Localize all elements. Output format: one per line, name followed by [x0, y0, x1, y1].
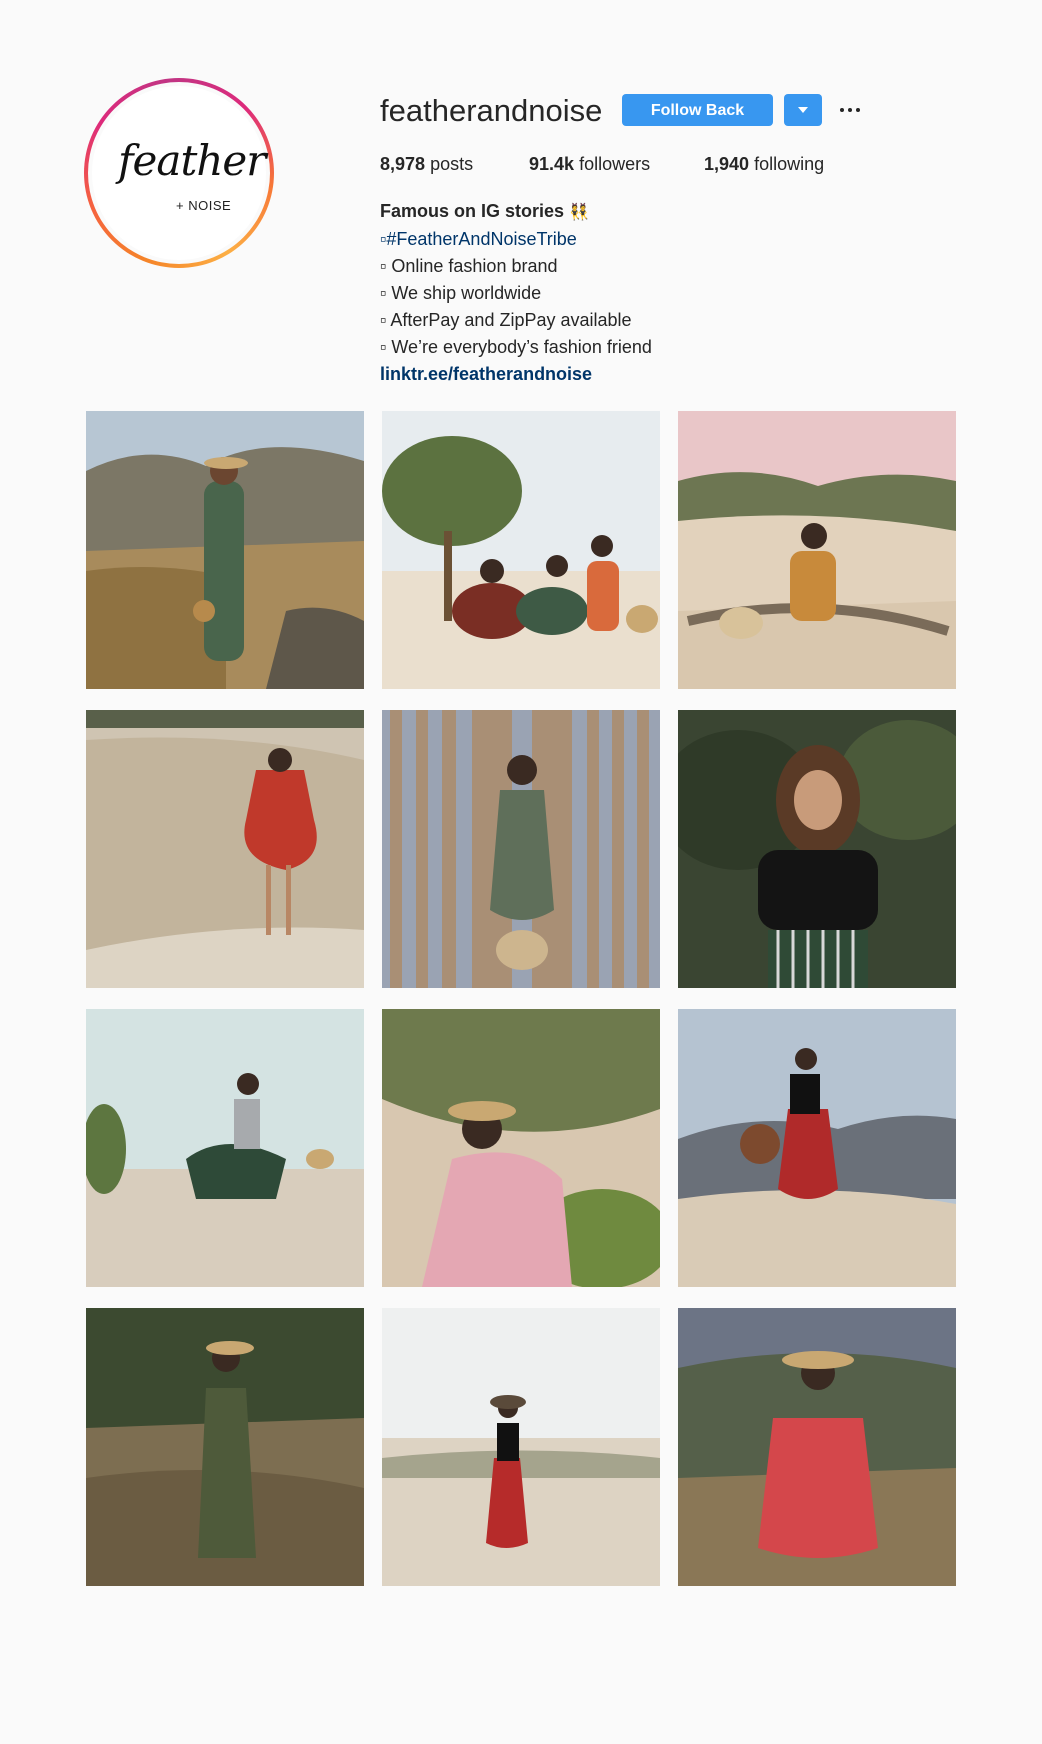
followers-value: 91.4k	[529, 154, 575, 174]
bio-line: ▫ Online fashion brand	[380, 256, 558, 276]
bio-line: ▫ We’re everybody’s fashion friend	[380, 337, 652, 357]
posts-count: 8,978 posts	[380, 152, 473, 176]
post-image	[86, 710, 364, 988]
post-thumbnail[interactable]	[382, 411, 660, 689]
followers-count[interactable]: 91.4k followers	[529, 152, 650, 176]
post-image	[86, 1009, 364, 1287]
post-thumbnail[interactable]	[86, 710, 364, 988]
post-image	[382, 1009, 660, 1287]
post-image	[382, 710, 660, 988]
posts-value: 8,978	[380, 154, 426, 174]
brand-logo-text: feather	[118, 136, 266, 185]
post-image	[678, 1009, 956, 1287]
post-thumbnail[interactable]	[86, 1308, 364, 1586]
bio-name-text: Famous on IG stories	[380, 201, 565, 221]
post-thumbnail[interactable]	[678, 710, 956, 988]
followers-label: followers	[579, 154, 651, 174]
post-thumbnail[interactable]	[678, 1009, 956, 1287]
following-count[interactable]: 1,940 following	[704, 152, 824, 176]
following-value: 1,940	[704, 154, 750, 174]
post-image	[678, 411, 956, 689]
post-image	[678, 1308, 956, 1586]
follow-back-button[interactable]: Follow Back	[622, 94, 773, 126]
post-thumbnail[interactable]	[382, 1009, 660, 1287]
profile-avatar[interactable]: feather + NOISE	[84, 78, 274, 268]
bio-hashtag[interactable]: ▫#FeatherAndNoiseTribe	[380, 226, 652, 253]
post-thumbnail[interactable]	[678, 411, 956, 689]
bio-website-link[interactable]: linktr.ee/featherandnoise	[380, 361, 652, 388]
bio-line: ▫ AfterPay and ZipPay available	[380, 310, 632, 330]
post-thumbnail[interactable]	[86, 1009, 364, 1287]
avatar-frame: feather + NOISE	[88, 82, 270, 264]
avatar-image: feather + NOISE	[92, 86, 266, 260]
suggestions-dropdown-button[interactable]	[784, 94, 822, 126]
post-thumbnail[interactable]	[382, 710, 660, 988]
posts-label: posts	[430, 154, 474, 174]
post-thumbnail[interactable]	[382, 1308, 660, 1586]
brand-logo-subtext: + NOISE	[176, 198, 232, 213]
more-options-icon[interactable]	[838, 98, 862, 122]
profile-username: featherandnoise	[380, 93, 603, 128]
bio-line: ▫ We ship worldwide	[380, 283, 542, 303]
post-image	[86, 1308, 364, 1586]
post-thumbnail[interactable]	[86, 411, 364, 689]
bio-name: Famous on IG stories 👯	[380, 198, 652, 226]
post-image	[382, 411, 660, 689]
post-image	[86, 411, 364, 689]
caret-down-icon	[798, 107, 808, 113]
post-thumbnail[interactable]	[678, 1308, 956, 1586]
dancers-emoji: 👯	[569, 204, 589, 221]
post-image	[678, 710, 956, 988]
profile-bio: Famous on IG stories 👯 ▫#FeatherAndNoise…	[380, 198, 652, 388]
following-label: following	[754, 154, 825, 174]
post-image	[382, 1308, 660, 1586]
